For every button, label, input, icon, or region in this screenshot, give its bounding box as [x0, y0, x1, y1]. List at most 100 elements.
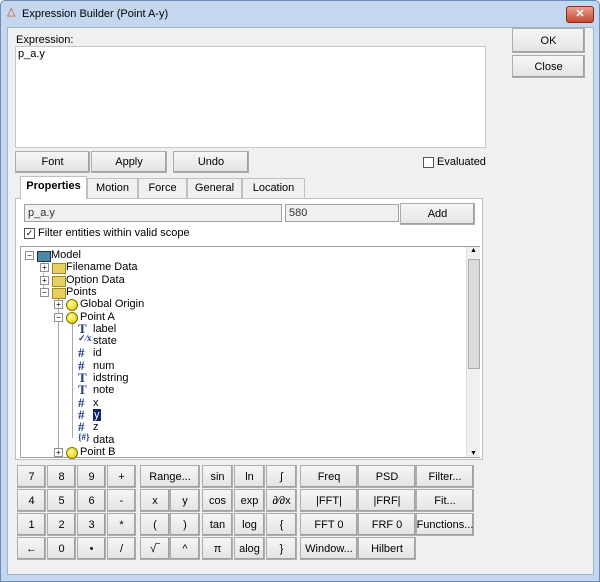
expression-label: Expression: — [16, 34, 74, 46]
undo-button[interactable]: Undo — [173, 151, 249, 173]
functions-button[interactable]: Functions... — [416, 513, 474, 536]
app-icon: △ — [7, 6, 16, 18]
psd-button[interactable]: PSD — [358, 465, 416, 488]
entity-field[interactable]: p_a.y — [24, 204, 282, 222]
frf-button[interactable]: |FRF| — [358, 489, 416, 512]
sin-button[interactable]: sin — [202, 465, 233, 488]
tree-item[interactable]: idstring — [93, 372, 128, 384]
tree-item[interactable]: label — [93, 323, 116, 335]
ln-button[interactable]: ln — [234, 465, 265, 488]
key-0[interactable]: 0 — [47, 537, 76, 560]
tab-properties[interactable]: Properties — [20, 176, 87, 199]
expander-plus-icon[interactable]: + — [54, 300, 63, 310]
tree-item[interactable]: note — [93, 384, 114, 396]
filter-button[interactable]: Filter... — [416, 465, 474, 488]
array-type-icon: {#} — [78, 431, 90, 442]
key-7[interactable]: 7 — [17, 465, 46, 488]
lbrace-button[interactable]: { — [266, 513, 297, 536]
filter-label: Filter entities within valid scope — [38, 227, 190, 239]
tree-item[interactable]: Point B — [80, 446, 115, 458]
folder-open-icon — [52, 287, 66, 299]
rparen-button[interactable]: ) — [170, 513, 200, 536]
key-decimal[interactable]: • — [77, 537, 106, 560]
tab-location[interactable]: Location — [242, 178, 305, 199]
expander-plus-icon[interactable]: + — [40, 275, 49, 285]
apply-button[interactable]: Apply — [91, 151, 167, 173]
model-icon — [37, 251, 51, 262]
ok-button[interactable]: OK — [512, 28, 585, 53]
x-button[interactable]: x — [140, 489, 170, 512]
tan-button[interactable]: tan — [202, 513, 233, 536]
window-button[interactable]: Window... — [300, 537, 358, 560]
window-close-button[interactable]: ✕ — [566, 6, 594, 23]
tab-general[interactable]: General — [187, 178, 242, 199]
expander-plus-icon[interactable]: + — [54, 447, 63, 457]
lparen-button[interactable]: ( — [140, 513, 170, 536]
tree-item[interactable]: id — [93, 347, 102, 359]
fft-button[interactable]: |FFT| — [300, 489, 358, 512]
tree-item[interactable]: state — [93, 335, 117, 347]
key-divide[interactable]: / — [107, 537, 136, 560]
tree-item[interactable]: Global Origin — [80, 298, 144, 310]
key-2[interactable]: 2 — [47, 513, 76, 536]
tree-item[interactable]: Option Data — [66, 274, 125, 286]
key-plus[interactable]: + — [107, 465, 136, 488]
folder-icon — [52, 275, 66, 287]
scroll-up-icon[interactable]: ▲ — [467, 247, 480, 254]
integral-button[interactable]: ∫ — [266, 465, 297, 488]
hilbert-button[interactable]: Hilbert — [358, 537, 416, 560]
frf-0-button[interactable]: FRF 0 — [358, 513, 416, 536]
derivative-button[interactable]: ∂⁄∂x — [266, 489, 297, 512]
scroll-thumb[interactable] — [468, 259, 480, 369]
key-multiply[interactable]: * — [107, 513, 136, 536]
key-3[interactable]: 3 — [77, 513, 106, 536]
fft-0-button[interactable]: FFT 0 — [300, 513, 358, 536]
expander-minus-icon[interactable]: − — [25, 251, 34, 260]
fit-button[interactable]: Fit... — [416, 489, 474, 512]
sqrt-button[interactable]: √‾ — [140, 537, 170, 560]
key-backspace[interactable]: ← — [17, 537, 46, 560]
tree-item[interactable]: Points — [66, 286, 97, 298]
key-minus[interactable]: - — [107, 489, 136, 512]
expression-input[interactable]: p_a.y — [15, 46, 486, 148]
tab-force[interactable]: Force — [138, 178, 187, 199]
alog-button[interactable]: alog — [234, 537, 265, 560]
value-field[interactable]: 580 — [285, 204, 399, 222]
key-5[interactable]: 5 — [47, 489, 76, 512]
tree-item[interactable]: z — [93, 421, 99, 433]
tree-item[interactable]: Model — [51, 249, 81, 261]
point-icon — [66, 311, 78, 324]
add-button[interactable]: Add — [400, 203, 475, 225]
expander-plus-icon[interactable]: + — [40, 263, 49, 273]
scroll-down-icon[interactable]: ▼ — [467, 450, 480, 457]
tree-item[interactable]: y — [93, 408, 101, 421]
tree-item[interactable]: x — [93, 397, 99, 409]
folder-icon — [52, 263, 66, 275]
font-button[interactable]: Font — [15, 151, 90, 173]
close-button[interactable]: Close — [512, 55, 585, 78]
log-button[interactable]: log — [234, 513, 265, 536]
key-6[interactable]: 6 — [77, 489, 106, 512]
expander-minus-icon[interactable]: − — [40, 287, 49, 297]
filter-checkbox[interactable]: ✓ — [24, 228, 35, 239]
cos-button[interactable]: cos — [202, 489, 233, 512]
tab-motion[interactable]: Motion — [87, 178, 138, 199]
freq-button[interactable]: Freq — [300, 465, 358, 488]
key-4[interactable]: 4 — [17, 489, 46, 512]
y-button[interactable]: y — [170, 489, 200, 512]
tree-item[interactable]: num — [93, 360, 114, 372]
key-8[interactable]: 8 — [47, 465, 76, 488]
pi-button[interactable]: π — [202, 537, 233, 560]
evaluated-checkbox[interactable] — [423, 157, 434, 168]
rbrace-button[interactable]: } — [266, 537, 297, 560]
key-9[interactable]: 9 — [77, 465, 106, 488]
tree-item[interactable]: data — [93, 434, 114, 446]
expander-minus-icon[interactable]: − — [54, 312, 63, 322]
exp-button[interactable]: exp — [234, 489, 265, 512]
tree-item[interactable]: Filename Data — [66, 261, 138, 273]
key-1[interactable]: 1 — [17, 513, 46, 536]
power-button[interactable]: ^ — [170, 537, 200, 560]
window-title: Expression Builder (Point A-y) — [22, 8, 169, 20]
range-button[interactable]: Range... — [140, 465, 200, 488]
tree-scrollbar[interactable]: ▲ ▼ — [466, 247, 480, 457]
